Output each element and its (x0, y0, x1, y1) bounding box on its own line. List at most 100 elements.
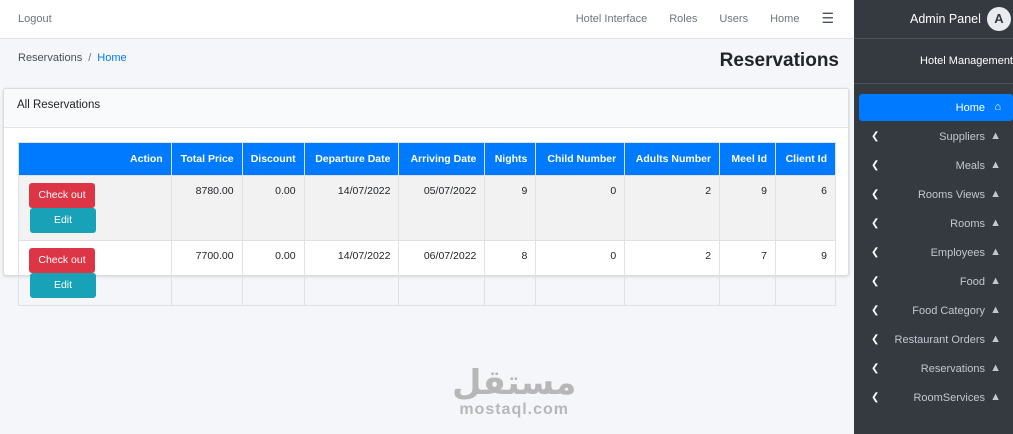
col-meel-id: Meel Id (719, 142, 776, 176)
watermark-arabic: مستقل (452, 363, 577, 403)
sidebar-item-label: Employees (930, 247, 985, 259)
chevron-left-icon: ❮ (871, 305, 880, 316)
sidebar-item-label: Meals (955, 160, 985, 172)
sidebar-item-label: Food Category (912, 305, 985, 317)
check-out-button[interactable]: Check out (29, 248, 95, 273)
cell-departure-date: 14/07/2022 (303, 175, 400, 241)
col-departure-date: Departure Date (303, 142, 400, 176)
col-child-number: Child Number (535, 142, 626, 176)
col-nights: Nights (484, 142, 537, 176)
nav-hotel-interface[interactable]: Hotel Interface (576, 13, 648, 25)
top-navbar: Logout Hotel Interface Roles Users Home … (0, 0, 854, 39)
nav-home[interactable]: Home (770, 13, 799, 25)
breadcrumb-reservations[interactable]: Reservations (18, 52, 82, 64)
sidebar-item-label: Reservations (920, 363, 985, 375)
sidebar-item-label: Food (959, 276, 985, 288)
row-actions: Check out Edit (18, 240, 172, 306)
col-total-price: Total Price (170, 142, 243, 176)
cell-nights: 9 (484, 175, 537, 241)
breadcrumb-home[interactable]: Home (97, 52, 126, 64)
sidebar-item-home[interactable]: Home ⌂ (859, 94, 1013, 121)
cell-total-price: 7700.00 (170, 240, 243, 306)
home-icon: ⌂ (994, 101, 1001, 113)
cell-meel-id: 7 (719, 240, 776, 306)
tree-icon: ▲ (990, 333, 1001, 345)
table-row: Check out Edit 7700.00 0.00 14/07/2022 0… (18, 240, 837, 306)
cell-client-id: 9 (774, 240, 837, 306)
sidebar-item-employees[interactable]: ❮ Employees ▲ (859, 239, 1013, 268)
col-discount: Discount (241, 142, 305, 176)
sidebar-item-label: Rooms Views (917, 189, 985, 201)
table-row: Check out Edit 8780.00 0.00 14/07/2022 0… (18, 175, 837, 241)
cell-arriving-date: 05/07/2022 (398, 175, 486, 241)
col-client-id: Client Id (774, 142, 837, 176)
nav-users[interactable]: Users (719, 13, 748, 25)
watermark: مستقل mostaql.com (452, 365, 576, 419)
edit-button[interactable]: Edit (30, 208, 96, 233)
tree-icon: ▲ (990, 246, 1001, 258)
chevron-left-icon: ❮ (871, 334, 880, 345)
sidebar-item-label: RoomServices (913, 392, 985, 404)
sidebar-item-rooms-views[interactable]: ❮ Rooms Views ▲ (859, 181, 1013, 210)
sidebar-brand[interactable]: Admin Panel A (854, 0, 1013, 39)
chevron-left-icon: ❮ (871, 131, 880, 142)
chevron-left-icon: ❮ (871, 363, 880, 374)
table-header-row: Action Total Price Discount Departure Da… (18, 142, 837, 176)
sidebar-item-label: Rooms (950, 218, 985, 230)
cell-discount: 0.00 (241, 240, 305, 306)
chevron-left-icon: ❮ (871, 160, 880, 171)
brand-text: Admin Panel (910, 12, 981, 26)
nav-roles[interactable]: Roles (669, 13, 697, 25)
sidebar-item-meals[interactable]: ❮ Meals ▲ (859, 152, 1013, 181)
chevron-left-icon: ❮ (871, 392, 880, 403)
logout-link[interactable]: Logout (18, 13, 52, 25)
cell-total-price: 8780.00 (170, 175, 243, 241)
cell-arriving-date: 06/07/2022 (398, 240, 486, 306)
check-out-button[interactable]: Check out (29, 183, 95, 208)
edit-button[interactable]: Edit (30, 273, 96, 298)
cell-meel-id: 9 (719, 175, 776, 241)
cell-adults-number: 2 (624, 240, 721, 306)
sidebar-item-reservations[interactable]: ❮ Reservations ▲ (859, 355, 1013, 384)
tree-icon: ▲ (990, 304, 1001, 316)
col-action: Action (18, 142, 172, 176)
tree-icon: ▲ (990, 391, 1001, 403)
cell-discount: 0.00 (241, 175, 305, 241)
tree-icon: ▲ (990, 159, 1001, 171)
chevron-left-icon: ❮ (871, 189, 880, 200)
top-nav: Hotel Interface Roles Users Home ☰ (576, 11, 834, 25)
cell-departure-date: 14/07/2022 (303, 240, 400, 306)
sidebar-user-name[interactable]: Hotel Management (920, 55, 1013, 67)
hamburger-icon[interactable]: ☰ (821, 11, 834, 25)
reservations-table: Action Total Price Discount Departure Da… (18, 142, 837, 306)
cell-adults-number: 2 (624, 175, 721, 241)
sidebar-item-food[interactable]: ❮ Food ▲ (859, 268, 1013, 297)
sidebar-menu: Home ⌂ ❮ Suppliers ▲ ❮ Meals ▲ ❮ Rooms V… (859, 94, 1013, 413)
tree-icon: ▲ (990, 275, 1001, 287)
chevron-left-icon: ❮ (871, 276, 880, 287)
brand-logo-icon: A (987, 7, 1011, 31)
tree-icon: ▲ (990, 362, 1001, 374)
cell-client-id: 6 (774, 175, 837, 241)
sidebar-item-suppliers[interactable]: ❮ Suppliers ▲ (859, 123, 1013, 152)
sidebar: Admin Panel A Hotel Management Home ⌂ ❮ … (854, 0, 1013, 434)
sidebar-item-label: Restaurant Orders (894, 334, 985, 346)
sidebar-item-food-category[interactable]: ❮ Food Category ▲ (859, 297, 1013, 326)
breadcrumb-separator: / (88, 52, 92, 64)
row-actions: Check out Edit (18, 175, 172, 241)
watermark-latin: mostaql.com (459, 401, 570, 418)
chevron-left-icon: ❮ (871, 218, 880, 229)
sidebar-item-rooms[interactable]: ❮ Rooms ▲ (859, 210, 1013, 239)
sidebar-item-label: Suppliers (939, 131, 985, 143)
col-adults-number: Adults Number (624, 142, 721, 176)
breadcrumb: Reservations / Home (18, 52, 127, 64)
sidebar-user-panel: Hotel Management (854, 39, 1013, 84)
reservations-card: All Reservations Action Total Price Disc… (3, 88, 849, 306)
cell-child-number: 0 (535, 240, 626, 306)
sidebar-item-restaurant-orders[interactable]: ❮ Restaurant Orders ▲ (859, 326, 1013, 355)
sidebar-item-label: Home (955, 102, 985, 114)
col-arriving-date: Arriving Date (398, 142, 486, 176)
cell-child-number: 0 (535, 175, 626, 241)
chevron-left-icon: ❮ (871, 247, 880, 258)
sidebar-item-roomservices[interactable]: ❮ RoomServices ▲ (859, 384, 1013, 413)
